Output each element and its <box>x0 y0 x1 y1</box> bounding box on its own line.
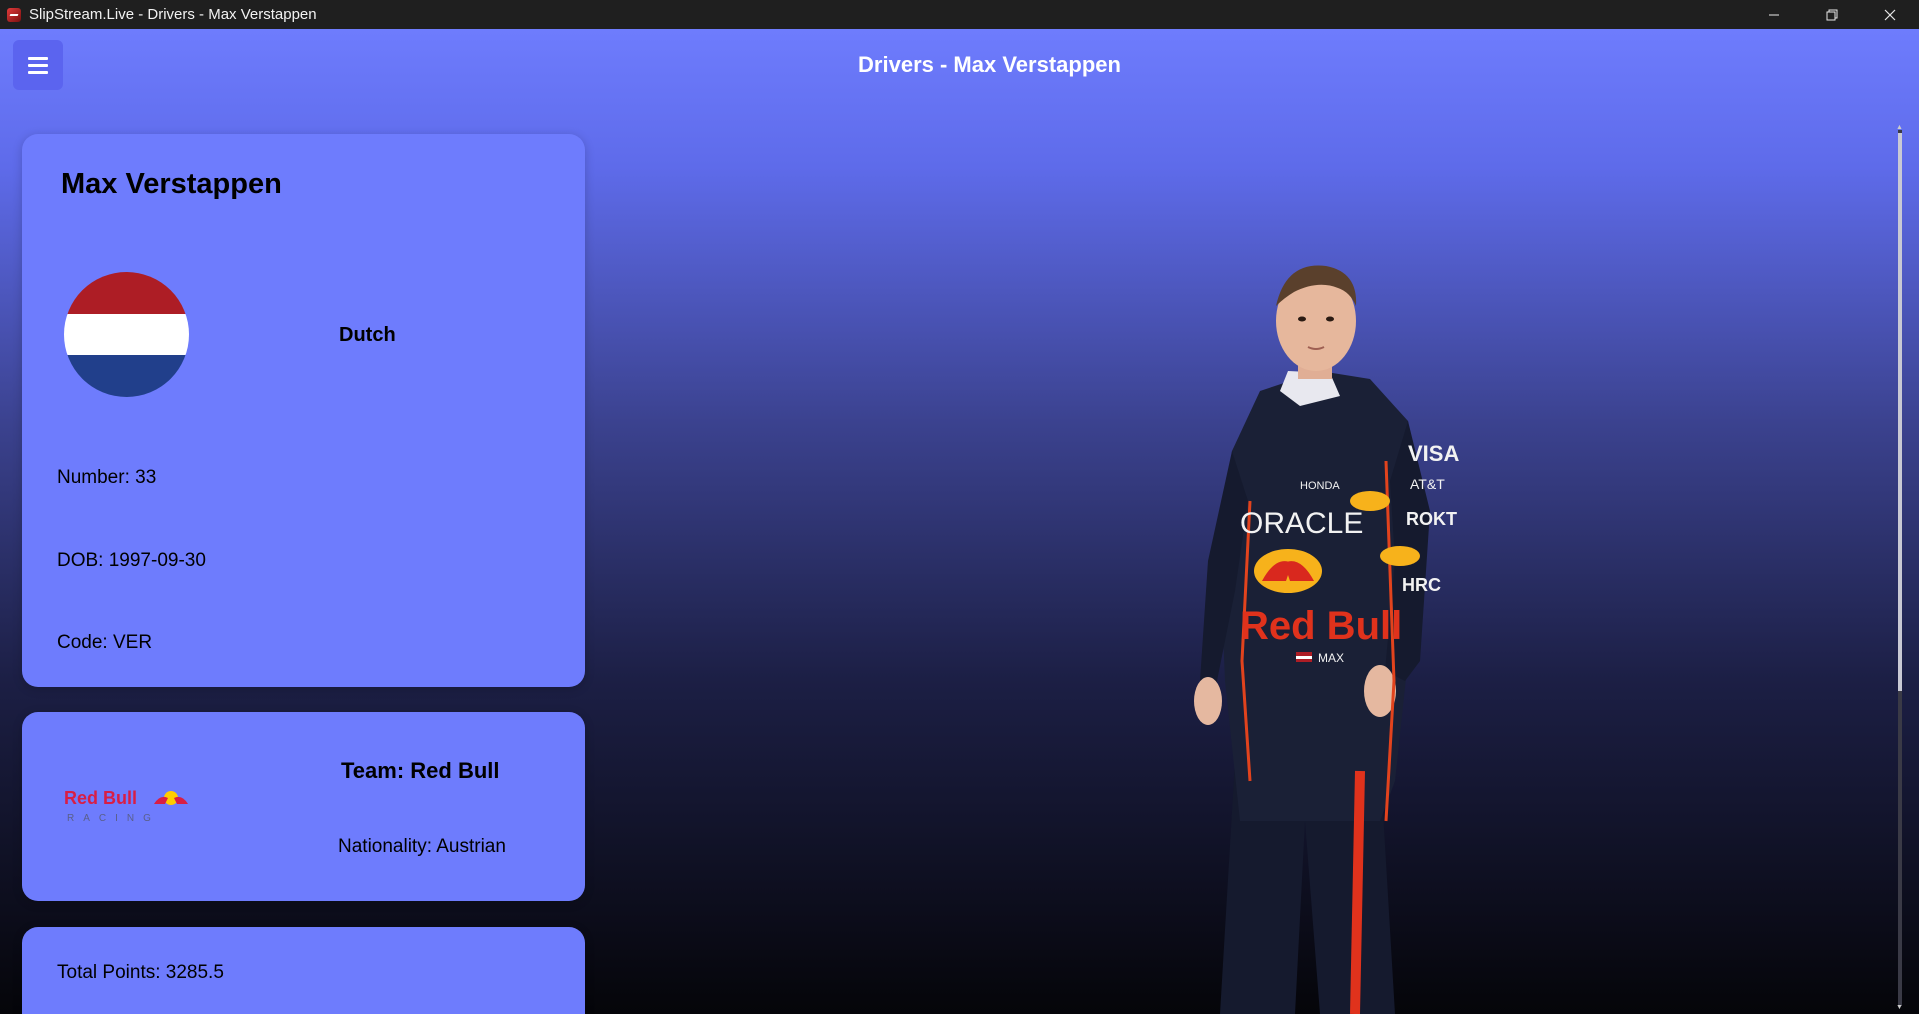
logo-wordmark: Red Bull <box>64 788 137 808</box>
suit-rokt-text: ROKT <box>1406 509 1457 529</box>
suit-honda-text: HONDA <box>1300 480 1340 492</box>
team-nationality: Nationality: Austrian <box>338 836 506 857</box>
team-name: Team: Red Bull <box>341 758 500 783</box>
driver-dob: DOB: 1997-09-30 <box>57 550 206 571</box>
driver-photo: ORACLE Red Bull VISA AT&T ROKT HRC HONDA… <box>1194 265 1459 1014</box>
restore-icon <box>1826 9 1838 20</box>
stats-card: Total Points: 3285.5 <box>22 927 585 1014</box>
close-icon <box>1884 9 1896 20</box>
minimize-icon <box>1769 14 1779 15</box>
netherlands-flag-icon <box>64 272 189 397</box>
suit-visa-text: VISA <box>1408 441 1459 466</box>
driver-name: Max Verstappen <box>61 168 282 200</box>
close-button[interactable] <box>1861 0 1919 29</box>
suit-max-text: MAX <box>1318 651 1344 665</box>
suit-hrc-text: HRC <box>1402 575 1441 595</box>
scrollbar-thumb[interactable] <box>1898 133 1902 691</box>
team-info-card: Red Bull RACING Team: Red Bull Nationali… <box>22 712 585 901</box>
red-bull-racing-logo: Red Bull RACING <box>64 788 188 824</box>
window-controls <box>1745 0 1919 29</box>
vertical-scrollbar[interactable]: ▲ ▼ <box>1894 124 1909 1014</box>
total-points: Total Points: 3285.5 <box>57 962 224 983</box>
driver-number: Number: 33 <box>57 467 157 488</box>
window-titlebar: SlipStream.Live - Drivers - Max Verstapp… <box>0 0 1919 29</box>
scroll-down-arrow-icon[interactable]: ▼ <box>1896 1004 1903 1011</box>
restore-button[interactable] <box>1803 0 1861 29</box>
driver-code: Code: VER <box>57 632 153 653</box>
app-content: Drivers - Max Verstappen Max Verstappen … <box>0 29 1919 1014</box>
driver-nationality: Dutch <box>339 324 396 346</box>
driver-info-card: Max Verstappen Dutch Number: 33 DOB: 199… <box>22 134 585 687</box>
suit-oracle-text: ORACLE <box>1240 507 1363 540</box>
minimize-button[interactable] <box>1745 0 1803 29</box>
suit-redbull-text: Red Bull <box>1240 604 1402 648</box>
page-title: Drivers - Max Verstappen <box>858 52 1121 77</box>
app-icon <box>7 7 21 22</box>
suit-att-text: AT&T <box>1410 476 1445 492</box>
logo-subtext: RACING <box>67 813 160 824</box>
window-title: SlipStream.Live - Drivers - Max Verstapp… <box>29 6 317 23</box>
